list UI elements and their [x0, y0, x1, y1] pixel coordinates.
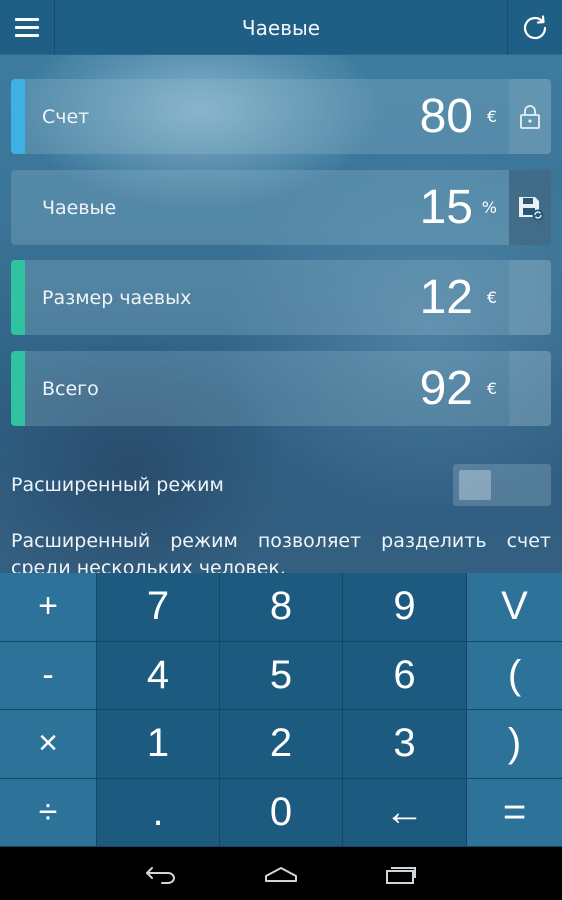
- percent-unit: %: [481, 198, 497, 217]
- field-label: Счет: [42, 105, 90, 128]
- field-label: Размер чаевых: [42, 286, 192, 309]
- keypad: + 7 8 9 V - 4 5 6 ( × 1 2 3 ) ÷ . 0 ← =: [0, 573, 562, 847]
- key-1[interactable]: 1: [97, 710, 220, 779]
- back-icon: [146, 866, 175, 884]
- system-nav-bar: [0, 847, 562, 900]
- refresh-button[interactable]: [507, 0, 562, 55]
- key-plus[interactable]: +: [0, 573, 97, 642]
- lock-icon: [520, 104, 540, 129]
- key-open-paren[interactable]: (: [467, 641, 562, 710]
- page-title: Чаевые: [241, 15, 321, 40]
- key-minus[interactable]: -: [0, 641, 97, 710]
- menu-icon-line: [15, 18, 39, 21]
- key-2[interactable]: 2: [220, 710, 343, 779]
- field-label: Всего: [42, 377, 99, 400]
- nav-back-button[interactable]: [101, 847, 221, 900]
- top-app-bar: Чаевые: [0, 0, 562, 55]
- currency-unit: €: [486, 107, 497, 126]
- field-accent-stripe: [11, 351, 25, 426]
- key-4[interactable]: 4: [97, 641, 220, 710]
- key-multiply[interactable]: ×: [0, 710, 97, 779]
- field-label: Чаевые: [42, 196, 117, 219]
- tip-percent-field[interactable]: Чаевые 15 %: [11, 170, 551, 245]
- key-v[interactable]: V: [467, 573, 562, 642]
- bill-value[interactable]: 80: [420, 79, 473, 154]
- nav-recent-apps-button[interactable]: [341, 847, 461, 900]
- key-equals[interactable]: =: [467, 778, 562, 847]
- advanced-mode-description: Расширенный режим позволяет разделить сч…: [11, 530, 551, 573]
- nav-home-button[interactable]: [221, 847, 341, 900]
- toggle-knob[interactable]: [459, 470, 491, 500]
- advanced-mode-toggle[interactable]: [453, 464, 551, 506]
- key-divide[interactable]: ÷: [0, 778, 97, 847]
- lock-button[interactable]: [509, 79, 551, 154]
- key-8[interactable]: 8: [220, 573, 343, 642]
- menu-button[interactable]: [0, 0, 55, 55]
- tip-amount-field[interactable]: Размер чаевых 12 €: [11, 260, 551, 335]
- advanced-mode-row: Расширенный режим: [11, 464, 551, 506]
- key-backspace[interactable]: ←: [343, 778, 467, 847]
- save-button[interactable]: [509, 170, 551, 245]
- field-accent-stripe: [11, 79, 25, 154]
- key-7[interactable]: 7: [97, 573, 220, 642]
- key-5[interactable]: 5: [220, 641, 343, 710]
- bill-field[interactable]: Счет 80 €: [11, 79, 551, 154]
- recent-apps-icon: [386, 866, 416, 884]
- total-field[interactable]: Всего 92 €: [11, 351, 551, 426]
- tip-amount-value[interactable]: 12: [420, 260, 473, 335]
- advanced-mode-label: Расширенный режим: [11, 474, 224, 496]
- key-9[interactable]: 9: [343, 573, 467, 642]
- currency-unit: €: [486, 379, 497, 398]
- field-accent-stripe: [11, 260, 25, 335]
- total-value[interactable]: 92: [420, 351, 473, 426]
- key-3[interactable]: 3: [343, 710, 467, 779]
- key-6[interactable]: 6: [343, 641, 467, 710]
- menu-icon-line: [15, 34, 39, 37]
- field-side-panel: [509, 351, 551, 426]
- key-decimal[interactable]: .: [97, 778, 220, 847]
- menu-icon-line: [15, 26, 39, 29]
- key-close-paren[interactable]: ): [467, 710, 562, 779]
- home-icon: [265, 866, 297, 882]
- field-side-panel: [509, 260, 551, 335]
- tip-percent-value[interactable]: 15: [420, 170, 473, 245]
- currency-unit: €: [486, 288, 497, 307]
- save-icon: [519, 196, 544, 220]
- description-container: Расширенный режим позволяет разделить сч…: [0, 520, 562, 573]
- key-0[interactable]: 0: [220, 778, 343, 847]
- refresh-icon: [523, 14, 547, 39]
